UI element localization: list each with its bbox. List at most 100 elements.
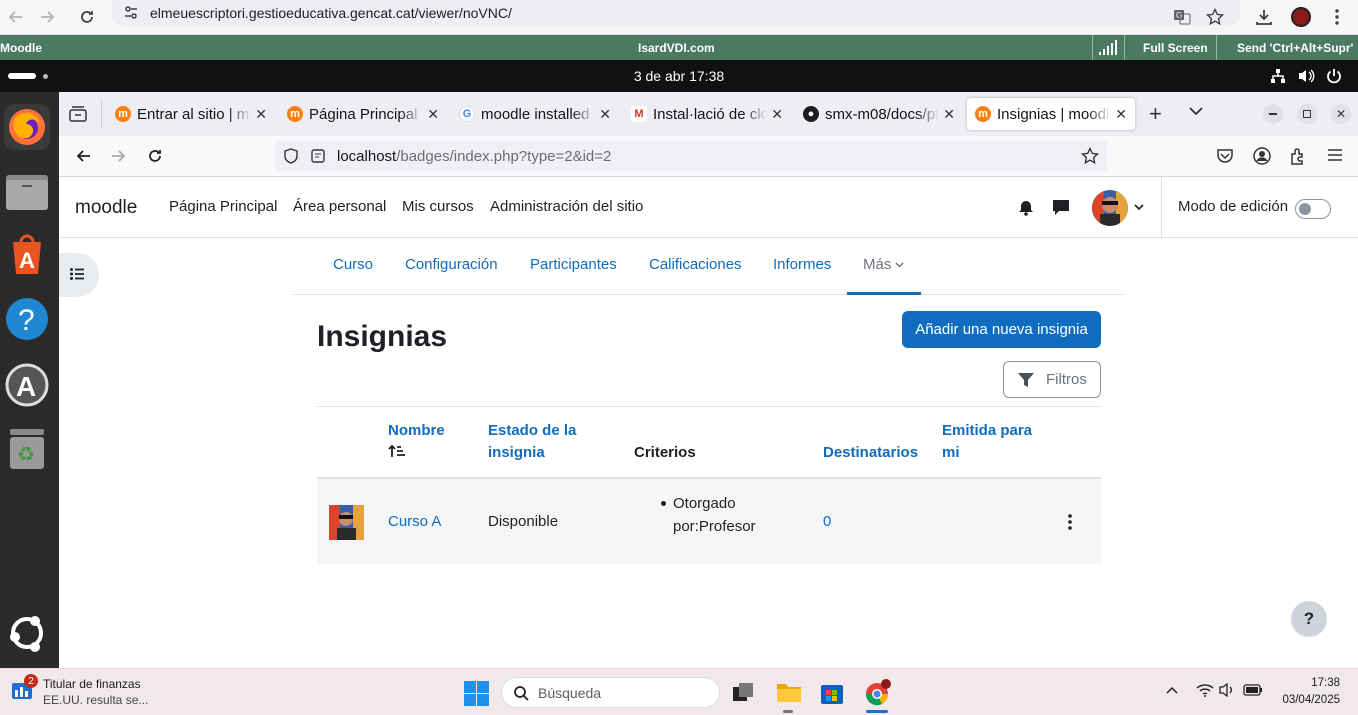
forward-icon[interactable] [111, 148, 127, 164]
bell-icon[interactable] [1018, 200, 1034, 216]
taskbar-search[interactable]: Búsqueda [501, 677, 720, 708]
news-title[interactable]: Titular de finanzas [43, 677, 141, 691]
chrome-url[interactable]: elmeuescriptori.gestioeducativa.gencat.c… [150, 5, 512, 21]
secnav-mas[interactable]: Más [847, 238, 921, 295]
header-emitida[interactable]: Emitida para mi [942, 420, 1032, 464]
site-settings-icon[interactable] [122, 4, 140, 22]
back-icon[interactable] [75, 148, 91, 164]
reload-icon[interactable] [147, 148, 163, 164]
novnc-bar: Moodle IsardVDI.com Full Screen Send 'Ct… [0, 35, 1358, 60]
secnav-curso[interactable]: Curso [333, 256, 373, 273]
user-menu-chevron-icon[interactable] [1134, 203, 1144, 211]
tab-github[interactable]: ● smx-m08/docs/pt ✕ [795, 98, 963, 130]
news-subtitle[interactable]: EE.UU. resulta se... [43, 693, 148, 707]
account-icon[interactable] [1253, 147, 1271, 165]
nav-mis-cursos[interactable]: Mis cursos [402, 198, 474, 215]
add-badge-button[interactable]: Añadir una nueva insignia [902, 311, 1101, 348]
secnav-configuracion[interactable]: Configuración [405, 256, 498, 273]
svg-text:♻: ♻ [17, 442, 35, 466]
show-apps-icon[interactable] [4, 610, 50, 656]
header-estado[interactable]: Estado de la insignia [488, 420, 576, 464]
close-icon[interactable]: ✕ [427, 106, 439, 123]
chrome-taskbar-icon[interactable] [864, 679, 892, 707]
tab-list-chevron-icon[interactable] [1189, 106, 1203, 116]
files-icon[interactable] [4, 168, 50, 214]
page-info-icon[interactable] [311, 149, 325, 163]
secnav-informes[interactable]: Informes [773, 256, 831, 273]
chevron-down-icon [895, 262, 904, 268]
close-icon[interactable]: ✕ [1115, 106, 1127, 123]
close-icon[interactable]: ✕ [255, 106, 267, 123]
recipients-link[interactable]: 0 [823, 513, 831, 530]
tab-insignias[interactable]: m Insignias | moodle ✕ [967, 98, 1135, 130]
chrome-address-bar[interactable]: elmeuescriptori.gestioeducativa.gencat.c… [112, 0, 1240, 26]
close-icon[interactable]: ✕ [771, 106, 783, 123]
download-icon[interactable] [1250, 3, 1278, 31]
tray-chevron-icon[interactable] [1166, 686, 1178, 694]
nav-area-personal[interactable]: Área personal [293, 198, 386, 215]
translate-icon[interactable]: G [1168, 3, 1196, 31]
bookmark-star-icon[interactable] [1081, 147, 1099, 165]
header-destinatarios[interactable]: Destinatarios [823, 442, 918, 464]
window-close-icon[interactable]: ✕ [1331, 104, 1351, 124]
tab-entrar-sitio[interactable]: m Entrar al sitio | moodle ✕ [107, 98, 275, 130]
file-explorer-icon[interactable] [776, 681, 802, 703]
tab-pagina-principal[interactable]: m Página Principal | moodle ✕ [279, 98, 447, 130]
messages-icon[interactable] [1052, 199, 1070, 216]
close-icon[interactable]: ✕ [943, 106, 955, 123]
firefox-url-bar[interactable]: localhost/badges/index.php?type=2&id=2 [275, 141, 1107, 171]
badge-name-link[interactable]: Curso A [388, 513, 441, 530]
sort-ascending-icon[interactable] [388, 444, 445, 458]
shield-icon[interactable] [283, 148, 299, 164]
fullscreen-button[interactable]: Full Screen [1143, 41, 1208, 55]
close-icon[interactable]: ✕ [599, 106, 611, 123]
minimize-icon[interactable] [1263, 104, 1283, 124]
software-center-icon[interactable]: A [4, 232, 50, 278]
firefox-view-icon[interactable] [69, 106, 87, 122]
restore-icon[interactable] [1297, 104, 1317, 124]
nav-administracion[interactable]: Administración del sitio [490, 198, 643, 215]
header-nombre[interactable]: Nombre [388, 420, 445, 458]
software-updater-icon[interactable]: A [4, 362, 50, 408]
hamburger-menu-icon[interactable] [1327, 148, 1343, 162]
tab-google-search[interactable]: G moodle installed on ✕ [451, 98, 619, 130]
microsoft-store-icon[interactable] [820, 681, 844, 705]
task-view-icon[interactable] [733, 683, 755, 703]
trash-icon[interactable]: ♻ [4, 426, 50, 472]
user-avatar[interactable] [1092, 190, 1128, 226]
firefox-icon[interactable] [4, 104, 50, 150]
taskbar-time[interactable]: 17:38 [1270, 677, 1340, 689]
power-icon[interactable] [1326, 68, 1342, 84]
volume-icon[interactable] [1298, 68, 1316, 84]
network-icon[interactable] [1270, 68, 1286, 84]
criteria-line1: Otorgado [673, 495, 736, 512]
profile-avatar[interactable] [1287, 3, 1315, 31]
send-ctrl-alt-del-button[interactable]: Send 'Ctrl+Alt+Supr' [1237, 41, 1353, 55]
nav-pagina-principal[interactable]: Página Principal [169, 198, 277, 215]
wifi-icon[interactable] [1196, 683, 1214, 697]
chrome-menu-icon[interactable] [1323, 3, 1351, 31]
row-actions-menu-icon[interactable] [1068, 514, 1072, 530]
speaker-icon[interactable] [1219, 683, 1235, 697]
bookmark-star-icon[interactable] [1201, 3, 1229, 31]
pocket-icon[interactable] [1216, 148, 1234, 164]
gnome-clock[interactable]: 3 de abr 17:38 [0, 68, 1358, 84]
tab-gmail[interactable]: M Instal·lació de clonezilla ✕ [623, 98, 791, 130]
filters-button[interactable]: Filtros [1003, 361, 1101, 398]
help-button[interactable]: ? [1291, 601, 1327, 637]
moodle-brand[interactable]: moodle [75, 197, 137, 219]
back-icon[interactable] [2, 3, 30, 31]
header-nombre-label: Nombre [388, 422, 445, 439]
course-index-toggle[interactable] [59, 253, 99, 297]
taskbar-date[interactable]: 03/04/2025 [1270, 694, 1340, 706]
secnav-participantes[interactable]: Participantes [530, 256, 617, 273]
battery-icon[interactable] [1243, 683, 1263, 697]
edit-mode-toggle[interactable] [1295, 199, 1331, 219]
help-app-icon[interactable]: ? [4, 296, 50, 342]
forward-icon[interactable] [33, 3, 61, 31]
windows-start-icon[interactable] [464, 681, 489, 706]
extensions-icon[interactable] [1289, 147, 1307, 165]
secnav-calificaciones[interactable]: Calificaciones [649, 256, 742, 273]
reload-icon[interactable] [73, 3, 101, 31]
new-tab-icon[interactable]: + [1149, 103, 1162, 125]
